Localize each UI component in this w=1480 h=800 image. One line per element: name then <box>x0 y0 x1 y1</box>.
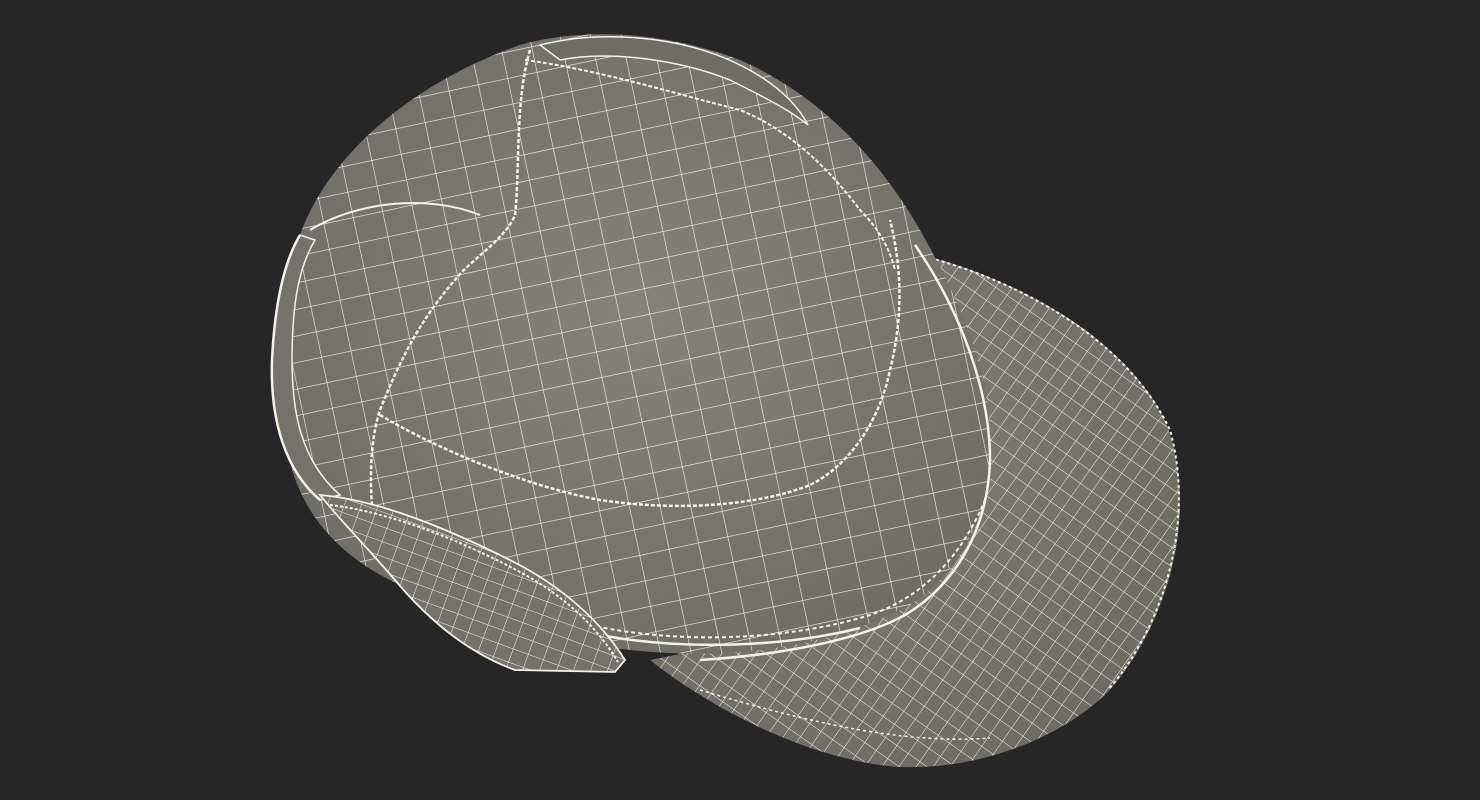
render-viewport <box>0 0 1480 800</box>
cap-wireframe-icon <box>270 34 1180 768</box>
cap-model <box>270 34 1180 768</box>
